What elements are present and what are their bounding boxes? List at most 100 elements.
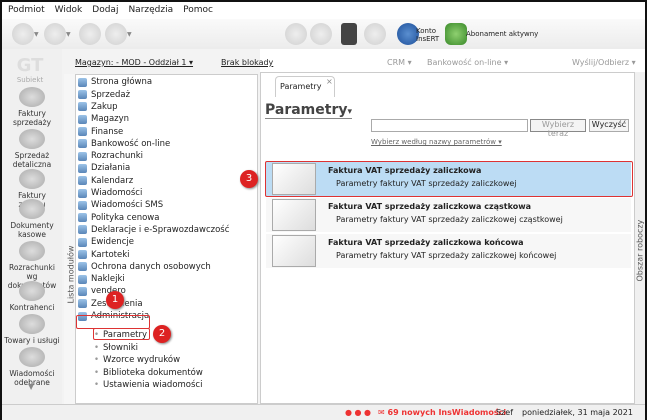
admin-subitem[interactable]: Wzorce wydruków: [94, 355, 180, 365]
module-item[interactable]: Kalendarz: [78, 174, 133, 187]
menu-widok[interactable]: Widok: [55, 5, 83, 16]
tab-close-icon[interactable]: ×: [326, 77, 333, 86]
module-item[interactable]: Wiadomości: [78, 187, 142, 200]
module-item[interactable]: Bankowość on-line: [78, 138, 170, 151]
help-icon[interactable]: [105, 23, 127, 45]
module-label: Zakup: [91, 101, 118, 112]
admin-subitem[interactable]: Biblioteka dokumentów: [94, 368, 203, 378]
module-label: Ewidencje: [91, 237, 134, 248]
subscription-status[interactable]: Abonament aktywny: [466, 30, 538, 38]
item-desc: Parametry faktury VAT sprzedaży zaliczko…: [336, 215, 563, 224]
module-item[interactable]: Naklejki: [78, 273, 125, 286]
warehouse-selector[interactable]: Magazyn: - MOD - Oddział 1 ▾: [75, 58, 193, 67]
modules-tab-label: Lista modułów: [66, 245, 76, 304]
clear-button[interactable]: Wyczyść: [589, 119, 629, 132]
module-label: Działania: [91, 163, 131, 174]
goods-icon: [19, 314, 45, 334]
bank-online-button[interactable]: Bankowość on-line ▾: [427, 58, 508, 67]
print-icon[interactable]: [79, 23, 101, 45]
lock-status-link[interactable]: Brak blokady: [221, 58, 273, 67]
globe-icon[interactable]: [310, 23, 332, 45]
nav-wiadomosci[interactable]: Wiadomości odebrane: [4, 347, 60, 387]
module-item[interactable]: Ewidencje: [78, 236, 134, 249]
menu-dodaj[interactable]: Dodaj: [92, 5, 118, 16]
step-marker-2: 2: [153, 325, 171, 343]
module-icon: [78, 176, 87, 186]
item-desc: Parametry faktury VAT sprzedaży zaliczko…: [336, 251, 557, 260]
module-item[interactable]: Deklaracje i e-Sprawozdawczość: [78, 224, 229, 237]
workspace-vertical-tab[interactable]: Obszar roboczy: [635, 72, 645, 404]
module-label: Naklejki: [91, 274, 125, 285]
module-icon: [78, 299, 87, 309]
module-item[interactable]: Rozrachunki: [78, 150, 143, 163]
menu-podmiot[interactable]: Podmiot: [8, 5, 45, 16]
module-item[interactable]: Strona główna: [78, 76, 152, 89]
new-document-icon[interactable]: [12, 23, 34, 45]
filter-dropdown[interactable]: Wybierz według nazwy parametrów ▾: [371, 138, 502, 146]
chevron-down-icon: ▾: [347, 107, 353, 117]
module-label: Sprzedaż: [91, 89, 131, 100]
search-input[interactable]: [371, 119, 528, 132]
sync-icon[interactable]: [285, 23, 307, 45]
konto-insert[interactable]: Konto InsERT: [416, 27, 439, 43]
module-item[interactable]: Działania: [78, 162, 130, 175]
step-marker-3: 3: [240, 170, 258, 188]
nav-faktury-sprzedazy[interactable]: Faktury sprzedaży: [4, 87, 60, 127]
module-label: Finanse: [91, 126, 124, 137]
module-icon: [78, 77, 87, 87]
nav-towary[interactable]: Towary i usługi: [4, 314, 60, 345]
module-icon: [78, 225, 87, 235]
module-item[interactable]: Zakup: [78, 101, 117, 114]
module-icon: [78, 262, 87, 272]
module-header: Magazyn: - MOD - Oddział 1 ▾ Brak blokady: [75, 58, 301, 67]
module-item[interactable]: Wiadomości SMS: [78, 199, 163, 212]
date-status: poniedziałek, 31 maja 2021: [522, 408, 633, 417]
nav-sprzedaz-detaliczna[interactable]: Sprzedaż detaliczna: [4, 129, 60, 169]
crm-button[interactable]: CRM ▾: [387, 58, 412, 67]
module-icon: [78, 250, 87, 260]
cloud-icon[interactable]: [364, 23, 386, 45]
list-item[interactable]: Faktura VAT sprzedaży zaliczkowa końcowa…: [266, 234, 631, 268]
highlight-parametry: [93, 328, 150, 340]
modules-vertical-tab[interactable]: Lista modułów: [64, 74, 76, 404]
box-icon[interactable]: [341, 23, 357, 45]
nav-dokumenty-kasowe[interactable]: Dokumenty kasowe: [4, 199, 60, 239]
list-item[interactable]: Faktura VAT sprzedaży zaliczkowa cząstko…: [266, 198, 631, 232]
module-label: Strona główna: [91, 77, 153, 88]
nav-kontrahenci[interactable]: Kontrahenci: [4, 281, 60, 312]
module-item[interactable]: Finanse: [78, 125, 123, 138]
module-icon: [78, 163, 87, 173]
send-receive-button[interactable]: Wyślij/Odbierz ▾: [572, 58, 636, 67]
module-item[interactable]: Kartoteki: [78, 248, 130, 261]
subitem-label: Ustawienia wiadomości: [103, 380, 203, 391]
module-label: Ochrona danych osobowych: [91, 261, 211, 272]
messages-status[interactable]: ✉ 69 nowych InsWiadomości: [378, 408, 506, 417]
item-title: Faktura VAT sprzedaży zaliczkowa końcowa: [328, 238, 524, 247]
logo: GT Subiekt: [16, 55, 44, 84]
scroll-down-icon[interactable]: ▼: [28, 382, 34, 391]
nav-label: Dokumenty kasowe: [10, 221, 54, 239]
status-bar: ● ● ● ✉ 69 nowych InsWiadomości Szef pon…: [2, 404, 645, 420]
module-icon: [78, 151, 87, 161]
module-item[interactable]: Sprzedaż: [78, 88, 130, 101]
subitem-label: Słowniki: [103, 342, 139, 353]
select-now-button[interactable]: Wybierz teraz: [530, 119, 586, 138]
module-item[interactable]: Ochrona danych osobowych: [78, 261, 211, 274]
contractor-icon: [19, 281, 45, 301]
menu-pomoc[interactable]: Pomoc: [183, 5, 213, 16]
page-title[interactable]: Parametry▾: [265, 102, 353, 119]
module-item[interactable]: Magazyn: [78, 113, 129, 126]
step-marker-1: 1: [106, 291, 124, 309]
open-icon[interactable]: [44, 23, 66, 45]
module-icon: [78, 213, 87, 223]
module-icon: [78, 274, 87, 284]
shield-check-icon: [445, 23, 467, 45]
module-label: Wiadomości: [91, 188, 143, 199]
user-status: Szef: [496, 408, 514, 417]
module-item[interactable]: Polityka cenowa: [78, 211, 159, 224]
parameters-icon: [272, 199, 316, 231]
admin-subitem[interactable]: Ustawienia wiadomości: [94, 380, 202, 390]
admin-subitem[interactable]: Słowniki: [94, 343, 138, 353]
menu-narzedzia[interactable]: Narzędzia: [128, 5, 173, 16]
insert-label: InsERT: [416, 35, 440, 43]
